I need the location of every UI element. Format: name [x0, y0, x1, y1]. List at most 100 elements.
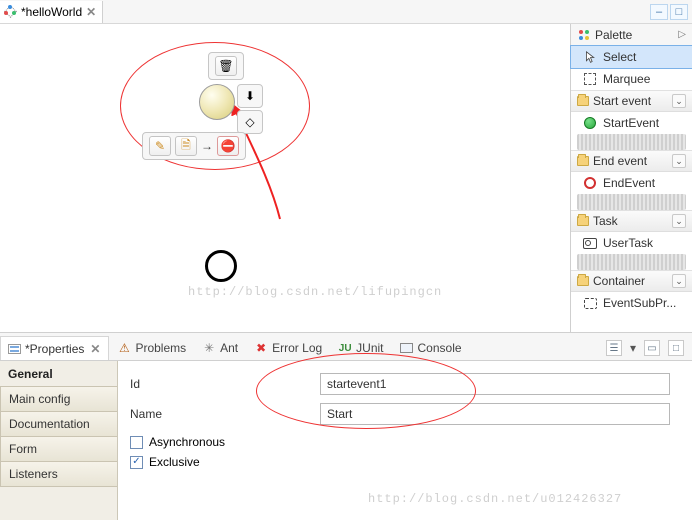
- palette-item-label: StartEvent: [603, 116, 659, 130]
- palette-item-placeholder: [577, 134, 686, 150]
- tab-ant[interactable]: ✳ Ant: [196, 336, 246, 360]
- palette-item-startevent[interactable]: StartEvent: [571, 112, 692, 134]
- palette-item-placeholder: [577, 254, 686, 270]
- view-menu-button[interactable]: ☰: [606, 340, 622, 356]
- chevron-down-icon[interactable]: ⌄: [672, 94, 686, 108]
- palette-item-label: EndEvent: [603, 176, 655, 190]
- tab-problems[interactable]: ⚠ Problems: [111, 336, 194, 360]
- node-toolbar-collapse[interactable]: ⬇: [237, 84, 263, 108]
- tab-label: Ant: [220, 341, 238, 355]
- start-event-node[interactable]: [199, 84, 235, 120]
- palette-group-task[interactable]: Task ⌄: [571, 210, 692, 232]
- end-event-icon: [584, 177, 596, 189]
- edit-button[interactable]: ✎: [149, 136, 171, 156]
- user-task-icon: [583, 238, 597, 249]
- category-form[interactable]: Form: [0, 436, 117, 462]
- palette-group-label: Start event: [593, 94, 651, 108]
- folder-icon: [577, 276, 589, 286]
- folder-icon: [577, 96, 589, 106]
- palette-item-endevent[interactable]: EndEvent: [571, 172, 692, 194]
- properties-heading: General: [0, 361, 117, 387]
- name-label: Name: [130, 407, 320, 421]
- arrow-down-icon: ⬇: [245, 89, 255, 103]
- tab-label: Problems: [135, 341, 186, 355]
- tab-console[interactable]: Console: [394, 336, 470, 360]
- async-checkbox[interactable]: [130, 436, 143, 449]
- tab-error-log[interactable]: ✖ Error Log: [248, 336, 330, 360]
- close-icon[interactable]: ✕: [86, 5, 96, 19]
- editor-tab-helloworld[interactable]: *helloWorld ✕: [0, 1, 103, 23]
- window-controls: – □: [650, 4, 692, 20]
- palette-item-label: UserTask: [603, 236, 653, 250]
- node-toolbar-actions: ✎ 🗎 → ⛔: [142, 132, 246, 160]
- palette-tool-select[interactable]: Select: [570, 45, 692, 69]
- async-label: Asynchronous: [149, 435, 225, 449]
- diagram-editor-area: *helloWorld ✕ – □ 🗑 ⬇ ◇ ✎ 🗎: [0, 0, 692, 333]
- tab-label: *Properties: [25, 342, 84, 356]
- editor-tab-title: *helloWorld: [21, 5, 82, 19]
- palette-panel: Palette ▷ Select Marquee Start event ⌄ S…: [570, 24, 692, 332]
- node-toolbar-change-type[interactable]: ◇: [237, 110, 263, 134]
- chevron-down-icon[interactable]: ⌄: [672, 154, 686, 168]
- chevron-down-icon[interactable]: ⌄: [672, 214, 686, 228]
- palette-group-end-event[interactable]: End event ⌄: [571, 150, 692, 172]
- palette-group-container[interactable]: Container ⌄: [571, 270, 692, 292]
- diamond-icon: ◇: [245, 115, 254, 129]
- editor-tab-bar: *helloWorld ✕ – □: [0, 0, 692, 24]
- palette-group-start-event[interactable]: Start event ⌄: [571, 90, 692, 112]
- palette-item-label: EventSubPr...: [603, 296, 676, 310]
- palette-tool-marquee[interactable]: Marquee: [571, 68, 692, 90]
- palette-item-usertask[interactable]: UserTask: [571, 232, 692, 254]
- name-field[interactable]: [320, 403, 670, 425]
- palette-group-label: Container: [593, 274, 645, 288]
- views-tab-bar: *Properties ✕ ⚠ Problems ✳ Ant ✖ Error L…: [0, 333, 692, 361]
- diagram-canvas[interactable]: 🗑 ⬇ ◇ ✎ 🗎 → ⛔ http://blog.csdn.net/lifup…: [0, 24, 568, 332]
- maximize-view-button[interactable]: □: [668, 340, 684, 356]
- category-listeners[interactable]: Listeners: [0, 461, 117, 487]
- palette-group-label: Task: [593, 214, 618, 228]
- exclusive-checkbox[interactable]: ✓: [130, 456, 143, 469]
- ant-icon: ✳: [202, 341, 216, 355]
- tab-properties[interactable]: *Properties ✕: [0, 336, 109, 360]
- problems-icon: ⚠: [117, 341, 131, 355]
- palette-tool-label: Select: [603, 50, 636, 64]
- watermark-text: http://blog.csdn.net/lifupingcn: [188, 285, 442, 299]
- views-toolbar-right: ☰ ▾ ▭ □: [606, 336, 692, 360]
- palette-item-eventsubprocess[interactable]: EventSubPr...: [571, 292, 692, 314]
- folder-icon: [577, 216, 589, 226]
- close-icon[interactable]: ✕: [90, 342, 100, 356]
- tab-label: Console: [418, 341, 462, 355]
- category-main-config[interactable]: Main config: [0, 386, 117, 412]
- doc-button[interactable]: 🗎: [175, 136, 197, 156]
- arrow-right-icon: →: [201, 139, 213, 153]
- marquee-icon: [584, 73, 596, 85]
- view-menu-dropdown-icon[interactable]: ▾: [630, 341, 636, 355]
- category-documentation[interactable]: Documentation: [0, 411, 117, 437]
- minimize-button[interactable]: –: [650, 4, 668, 20]
- chevron-down-icon[interactable]: ⌄: [672, 274, 686, 288]
- cursor-icon: [583, 50, 597, 64]
- delete-forbid-button[interactable]: ⛔: [217, 136, 239, 156]
- tab-label: Error Log: [272, 341, 322, 355]
- empty-start-event-node[interactable]: [205, 250, 237, 282]
- palette-header: Palette ▷: [571, 24, 692, 46]
- junit-icon: JU: [338, 341, 352, 355]
- id-field[interactable]: [320, 373, 670, 395]
- properties-categories: General Main config Documentation Form L…: [0, 361, 118, 520]
- folder-icon: [577, 156, 589, 166]
- trash-icon: 🗑: [215, 56, 237, 76]
- start-event-icon: [584, 117, 596, 129]
- console-icon: [400, 343, 413, 353]
- node-toolbar-delete[interactable]: 🗑: [208, 52, 244, 80]
- maximize-button[interactable]: □: [670, 4, 688, 20]
- palette-icon: [577, 28, 591, 42]
- exclusive-label: Exclusive: [149, 455, 200, 469]
- palette-item-placeholder: [577, 194, 686, 210]
- tab-junit[interactable]: JU JUnit: [332, 336, 391, 360]
- minimize-view-button[interactable]: ▭: [644, 340, 660, 356]
- tab-label: JUnit: [356, 341, 383, 355]
- palette-group-label: End event: [593, 154, 647, 168]
- id-label: Id: [130, 377, 320, 391]
- expand-right-icon[interactable]: ▷: [678, 29, 686, 40]
- properties-icon: [8, 344, 21, 354]
